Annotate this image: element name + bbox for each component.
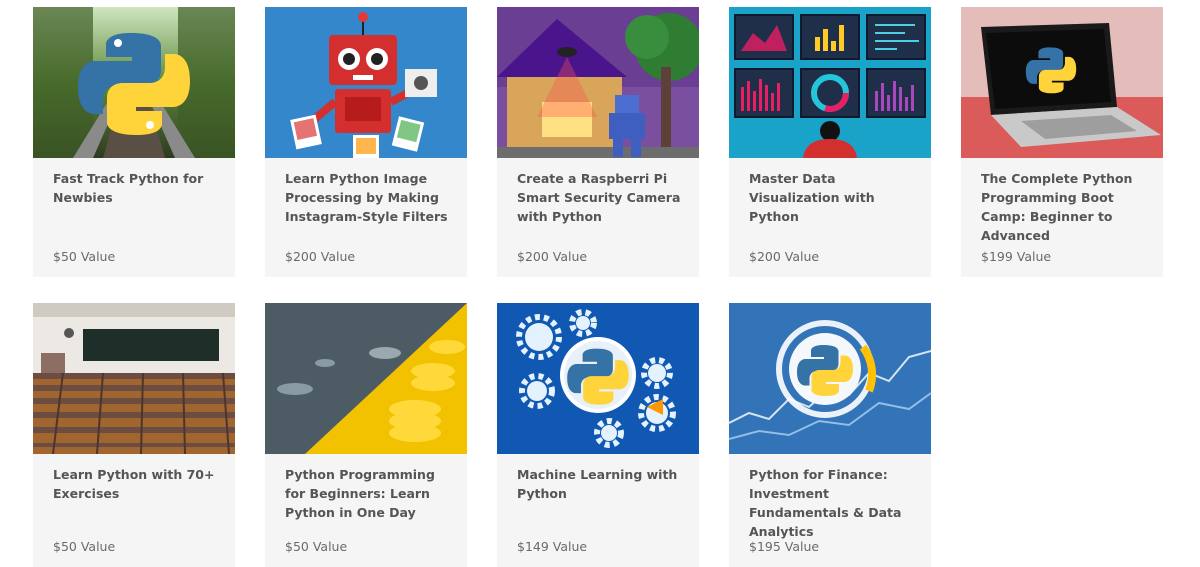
course-card-fast-track-python[interactable]: Fast Track Python for Newbies $50 Value [33,7,235,277]
course-image-house[interactable] [497,7,699,158]
course-image-finance[interactable] [729,303,931,454]
course-card-data-visualization[interactable]: Master Data Visualization with Python $2… [729,7,931,277]
python-logo-icon [33,7,235,158]
course-image-coins[interactable] [265,303,467,454]
course-title[interactable]: Fast Track Python for Newbies [53,169,223,207]
course-card-python-exercises[interactable]: Learn Python with 70+ Exercises $50 Valu… [33,303,235,567]
course-card-python-finance[interactable]: Python for Finance: Investment Fundament… [729,303,931,567]
course-title[interactable]: The Complete Python Programming Boot Cam… [981,169,1151,245]
course-price: $50 Value [53,539,116,554]
dashboard-icon [729,7,931,158]
course-price: $200 Value [749,249,820,264]
house-robot-icon [497,7,699,158]
course-image-laptop[interactable] [961,7,1163,158]
course-price: $149 Value [517,539,588,554]
finance-chart-icon [729,303,931,454]
course-card-python-beginners[interactable]: Python Programming for Beginners: Learn … [265,303,467,567]
course-title[interactable]: Master Data Visualization with Python [749,169,919,226]
course-card-python-boot-camp[interactable]: The Complete Python Programming Boot Cam… [961,7,1163,277]
course-card-image-processing[interactable]: Learn Python Image Processing by Making … [265,7,467,277]
course-title[interactable]: Create a Raspberri Pi Smart Security Cam… [517,169,687,226]
course-image-dashboard[interactable] [729,7,931,158]
course-title[interactable]: Learn Python with 70+ Exercises [53,465,223,503]
course-price: $195 Value [749,539,820,554]
course-card-machine-learning[interactable]: Machine Learning with Python $149 Value [497,303,699,567]
course-title[interactable]: Machine Learning with Python [517,465,687,503]
course-image-lecture-hall[interactable] [33,303,235,454]
course-price: $200 Value [285,249,356,264]
course-price: $199 Value [981,249,1052,264]
lecture-hall-icon [33,303,235,454]
laptop-icon [961,7,1163,158]
course-title[interactable]: Python Programming for Beginners: Learn … [285,465,455,522]
course-price: $200 Value [517,249,588,264]
course-price: $50 Value [285,539,348,554]
course-card-raspberry-pi-camera[interactable]: Create a Raspberri Pi Smart Security Cam… [497,7,699,277]
course-image-python-gears[interactable] [497,303,699,454]
gears-icon [497,303,699,454]
course-image-python-railway[interactable] [33,7,235,158]
course-title[interactable]: Learn Python Image Processing by Making … [285,169,455,226]
course-title[interactable]: Python for Finance: Investment Fundament… [749,465,919,541]
red-robot-icon [265,7,467,158]
course-image-robot[interactable] [265,7,467,158]
course-price: $50 Value [53,249,116,264]
coins-icon [265,303,467,454]
